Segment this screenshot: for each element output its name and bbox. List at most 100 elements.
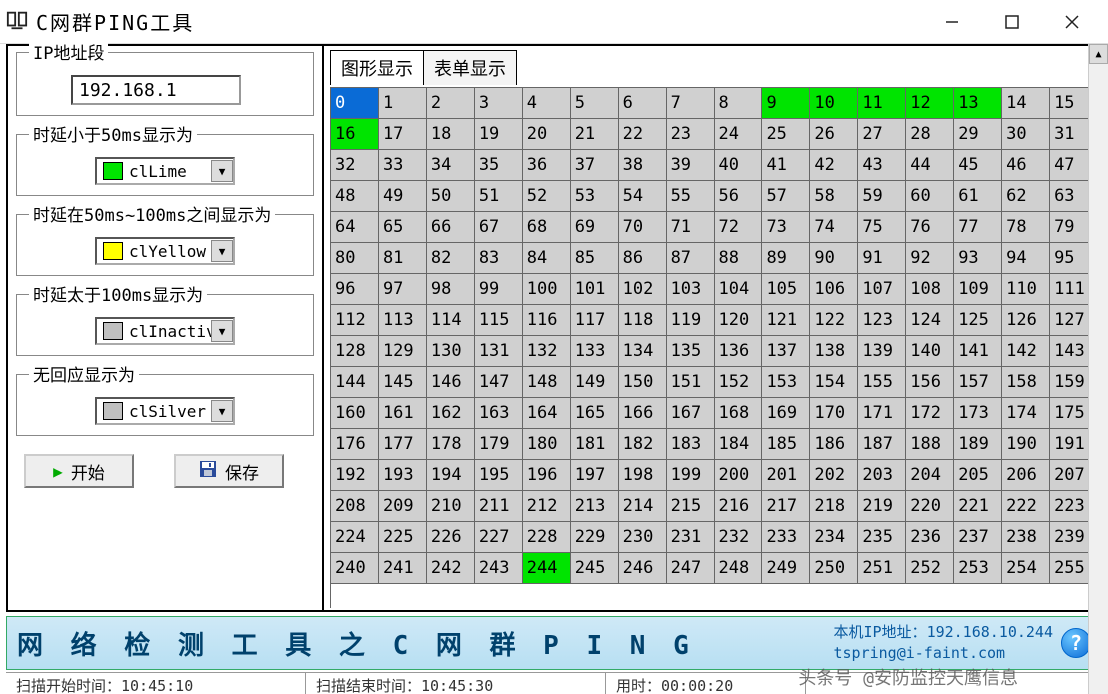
grid-cell[interactable]: 202 [810, 460, 858, 491]
grid-cell[interactable]: 252 [906, 553, 954, 584]
grid-cell[interactable]: 14 [1002, 88, 1050, 119]
tab-list[interactable]: 表单显示 [423, 50, 517, 85]
grid-cell[interactable]: 53 [571, 181, 619, 212]
grid-cell[interactable]: 129 [379, 336, 427, 367]
grid-cell[interactable]: 153 [762, 367, 810, 398]
grid-cell[interactable]: 66 [427, 212, 475, 243]
grid-cell[interactable]: 70 [619, 212, 667, 243]
ip-segment-input[interactable] [71, 75, 241, 105]
grid-cell[interactable]: 107 [858, 274, 906, 305]
grid-cell[interactable]: 250 [810, 553, 858, 584]
grid-cell[interactable]: 217 [762, 491, 810, 522]
grid-cell[interactable]: 235 [858, 522, 906, 553]
grid-cell[interactable]: 138 [810, 336, 858, 367]
grid-cell[interactable]: 61 [954, 181, 1002, 212]
grid-cell[interactable]: 118 [619, 305, 667, 336]
grid-cell[interactable]: 101 [571, 274, 619, 305]
grid-cell[interactable]: 139 [858, 336, 906, 367]
minimize-button[interactable] [922, 3, 982, 41]
grid-cell[interactable]: 190 [1002, 429, 1050, 460]
grid-cell[interactable]: 29 [954, 119, 1002, 150]
grid-cell[interactable]: 146 [427, 367, 475, 398]
grid-cell[interactable]: 213 [571, 491, 619, 522]
grid-cell[interactable]: 88 [715, 243, 763, 274]
grid-cell[interactable]: 167 [667, 398, 715, 429]
grid-cell[interactable]: 193 [379, 460, 427, 491]
grid-cell[interactable]: 1 [379, 88, 427, 119]
grid-cell[interactable]: 28 [906, 119, 954, 150]
grid-cell[interactable]: 82 [427, 243, 475, 274]
grid-cell[interactable]: 147 [475, 367, 523, 398]
grid-cell[interactable]: 124 [906, 305, 954, 336]
grid-cell[interactable]: 243 [475, 553, 523, 584]
grid-cell[interactable]: 145 [379, 367, 427, 398]
grid-cell[interactable]: 12 [906, 88, 954, 119]
grid-cell[interactable]: 192 [331, 460, 379, 491]
grid-cell[interactable]: 7 [667, 88, 715, 119]
grid-cell[interactable]: 99 [475, 274, 523, 305]
grid-cell[interactable]: 185 [762, 429, 810, 460]
grid-cell[interactable]: 40 [715, 150, 763, 181]
grid-cell[interactable]: 130 [427, 336, 475, 367]
grid-cell[interactable]: 39 [667, 150, 715, 181]
grid-cell[interactable]: 141 [954, 336, 1002, 367]
grid-cell[interactable]: 200 [715, 460, 763, 491]
grid-cell[interactable]: 249 [762, 553, 810, 584]
grid-cell[interactable]: 248 [715, 553, 763, 584]
none-color-combo[interactable]: clSilver ▼ [95, 397, 235, 425]
grid-cell[interactable]: 176 [331, 429, 379, 460]
tab-graph[interactable]: 图形显示 [330, 50, 424, 85]
close-button[interactable] [1042, 3, 1102, 41]
grid-cell[interactable]: 201 [762, 460, 810, 491]
grid-cell[interactable]: 152 [715, 367, 763, 398]
grid-cell[interactable]: 54 [619, 181, 667, 212]
grid-cell[interactable]: 151 [667, 367, 715, 398]
grid-cell[interactable]: 186 [810, 429, 858, 460]
grid-cell[interactable]: 230 [619, 522, 667, 553]
grid-cell[interactable]: 224 [331, 522, 379, 553]
grid-cell[interactable]: 42 [810, 150, 858, 181]
grid-cell[interactable]: 136 [715, 336, 763, 367]
grid-cell[interactable]: 244 [523, 553, 571, 584]
grid-cell[interactable]: 187 [858, 429, 906, 460]
grid-cell[interactable]: 20 [523, 119, 571, 150]
grid-cell[interactable]: 133 [571, 336, 619, 367]
grid-cell[interactable]: 11 [858, 88, 906, 119]
grid-cell[interactable]: 48 [331, 181, 379, 212]
start-button[interactable]: ▶ 开始 [24, 454, 134, 488]
grid-cell[interactable]: 16 [331, 119, 379, 150]
grid-cell[interactable]: 123 [858, 305, 906, 336]
grid-cell[interactable]: 158 [1002, 367, 1050, 398]
grid-cell[interactable]: 251 [858, 553, 906, 584]
grid-cell[interactable]: 194 [427, 460, 475, 491]
grid-cell[interactable]: 184 [715, 429, 763, 460]
grid-cell[interactable]: 117 [571, 305, 619, 336]
grid-cell[interactable]: 226 [427, 522, 475, 553]
grid-cell[interactable]: 6 [619, 88, 667, 119]
grid-cell[interactable]: 180 [523, 429, 571, 460]
grid-cell[interactable]: 245 [571, 553, 619, 584]
grid-cell[interactable]: 228 [523, 522, 571, 553]
grid-cell[interactable]: 8 [715, 88, 763, 119]
grid-cell[interactable]: 105 [762, 274, 810, 305]
grid-cell[interactable]: 50 [427, 181, 475, 212]
lt50-color-combo[interactable]: clLime ▼ [95, 157, 235, 185]
grid-cell[interactable]: 51 [475, 181, 523, 212]
grid-cell[interactable]: 166 [619, 398, 667, 429]
grid-cell[interactable]: 68 [523, 212, 571, 243]
grid-cell[interactable]: 221 [954, 491, 1002, 522]
grid-cell[interactable]: 74 [810, 212, 858, 243]
grid-cell[interactable]: 238 [1002, 522, 1050, 553]
grid-cell[interactable]: 43 [858, 150, 906, 181]
grid-cell[interactable]: 182 [619, 429, 667, 460]
grid-cell[interactable]: 240 [331, 553, 379, 584]
grid-cell[interactable]: 45 [954, 150, 1002, 181]
grid-cell[interactable]: 110 [1002, 274, 1050, 305]
grid-cell[interactable]: 58 [810, 181, 858, 212]
grid-cell[interactable]: 112 [331, 305, 379, 336]
grid-cell[interactable]: 18 [427, 119, 475, 150]
grid-cell[interactable]: 32 [331, 150, 379, 181]
grid-cell[interactable]: 126 [1002, 305, 1050, 336]
grid-cell[interactable]: 122 [810, 305, 858, 336]
grid-cell[interactable]: 67 [475, 212, 523, 243]
